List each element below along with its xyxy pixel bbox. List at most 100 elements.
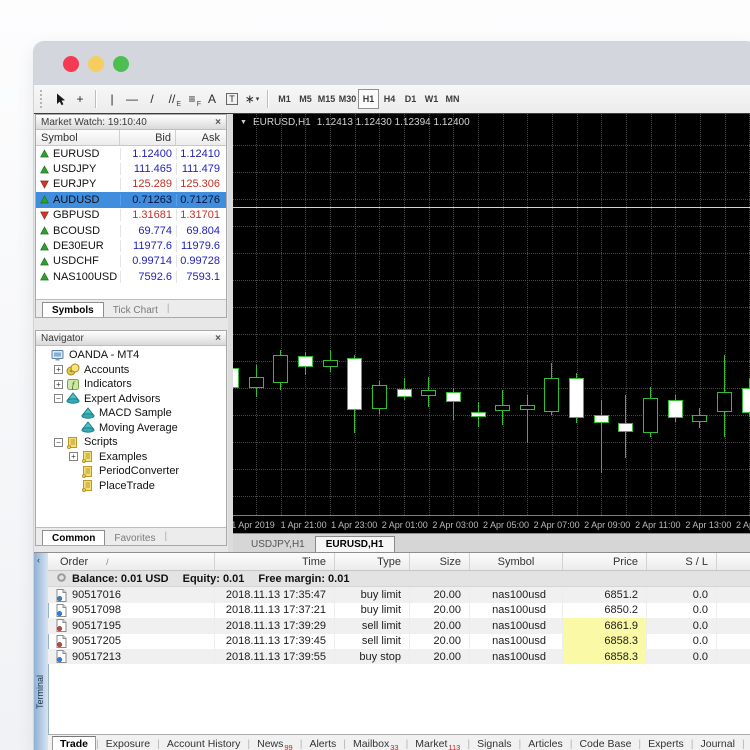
navigator-item-oanda-mt4[interactable]: OANDA - MT4	[36, 348, 226, 363]
bull-candle[interactable]	[372, 385, 387, 409]
bear-candle[interactable]	[471, 412, 486, 417]
horizontal-price-line[interactable]	[233, 207, 750, 208]
terminal-tab-experts[interactable]: Experts	[641, 737, 691, 750]
expand-plus-icon[interactable]: +	[69, 452, 78, 461]
bear-candle[interactable]	[298, 356, 313, 367]
column-ask[interactable]: Ask	[176, 130, 224, 145]
minimize-window-button[interactable]	[88, 56, 104, 72]
cursor-tool[interactable]	[50, 89, 70, 109]
close-icon[interactable]: ×	[215, 117, 221, 128]
navigator-item-examples[interactable]: +Examples	[36, 450, 226, 465]
orders-column-order[interactable]: Order /	[48, 553, 215, 570]
tab-symbols[interactable]: Symbols	[42, 302, 104, 317]
terminal-side-bar[interactable]: ‹ Terminal	[34, 553, 49, 750]
timeframe-button-d1[interactable]: D1	[400, 89, 421, 109]
column-bid[interactable]: Bid	[120, 130, 176, 145]
market-watch-row-audusd[interactable]: AUDUSD0.712630.71276	[36, 192, 226, 207]
orders-column-price[interactable]: Price	[563, 553, 647, 570]
navigator-item-macd-sample[interactable]: MACD Sample	[36, 406, 226, 421]
bear-candle[interactable]	[347, 358, 362, 410]
market-watch-row-nas100usd[interactable]: NAS100USD7592.67593.1	[36, 269, 226, 284]
terminal-tab-exposure[interactable]: Exposure	[99, 737, 157, 750]
order-row-90517213[interactable]: 905172132018.11.13 17:39:55buy stop20.00…	[48, 649, 750, 664]
bull-candle[interactable]	[495, 405, 510, 411]
bull-candle[interactable]	[643, 398, 658, 433]
collapse-minus-icon[interactable]: −	[54, 394, 63, 403]
terminal-tab-journal[interactable]: Journal	[693, 737, 741, 750]
terminal-tab-market[interactable]: Market113	[408, 737, 467, 750]
market-watch-row-gbpusd[interactable]: GBPUSD1.316811.31701	[36, 208, 226, 223]
window-titlebar[interactable]	[34, 42, 750, 85]
bull-candle[interactable]	[692, 415, 707, 422]
timeframe-button-h1[interactable]: H1	[358, 89, 379, 109]
expand-plus-icon[interactable]: +	[54, 380, 63, 389]
market-watch-header[interactable]: Market Watch: 19:10:40 ×	[36, 115, 226, 130]
market-watch-row-usdchf[interactable]: USDCHF0.997140.99728	[36, 254, 226, 269]
terminal-tab-mailbox[interactable]: Mailbox33	[346, 737, 406, 750]
orders-column-type[interactable]: Type	[335, 553, 410, 570]
bull-candle[interactable]	[717, 392, 732, 412]
column-symbol[interactable]: Symbol	[36, 130, 120, 145]
bull-candle[interactable]	[421, 390, 436, 396]
navigator-item-placetrade[interactable]: PlaceTrade	[36, 479, 226, 494]
navigator-item-expert-advisors[interactable]: −Expert Advisors	[36, 392, 226, 407]
tab-tick-chart[interactable]: Tick Chart	[104, 303, 167, 317]
navigator-item-accounts[interactable]: +Accounts	[36, 363, 226, 378]
orders-column-sl[interactable]: S / L	[647, 553, 717, 570]
orders-column-symbol[interactable]: Symbol	[470, 553, 563, 570]
market-watch-row-bcousd[interactable]: BCOUSD69.77469.804	[36, 223, 226, 238]
sort-direction-icon[interactable]: /	[106, 557, 109, 567]
timeframe-button-w1[interactable]: W1	[421, 89, 442, 109]
bear-candle[interactable]	[569, 378, 584, 418]
tab-common[interactable]: Common	[42, 530, 105, 545]
market-watch-row-eurusd[interactable]: EURUSD1.124001.12410	[36, 146, 226, 161]
trendline-tool[interactable]: /	[142, 89, 162, 109]
timeframe-button-h4[interactable]: H4	[379, 89, 400, 109]
close-icon[interactable]: ×	[215, 333, 221, 344]
timeframe-button-m15[interactable]: M15	[316, 89, 337, 109]
chart-tab-usdjpy-h1[interactable]: USDJPY,H1	[241, 537, 315, 552]
bull-candle[interactable]	[273, 355, 288, 383]
bull-candle[interactable]	[544, 378, 559, 412]
navigator-item-indicators[interactable]: +fIndicators	[36, 377, 226, 392]
chart-tab-eurusd-h1[interactable]: EURUSD,H1	[315, 536, 395, 552]
arrows-dropdown[interactable]: ∗▾	[242, 89, 262, 109]
bull-candle[interactable]	[520, 405, 535, 410]
market-watch-column-header[interactable]: Symbol Bid Ask	[36, 130, 226, 146]
terminal-tab-articles[interactable]: Articles	[521, 737, 569, 750]
bull-candle[interactable]	[323, 360, 338, 367]
terminal-tab-trade[interactable]: Trade	[52, 736, 96, 750]
order-row-90517195[interactable]: 905171952018.11.13 17:39:29sell limit20.…	[48, 618, 750, 633]
navigator-item-periodconverter[interactable]: PeriodConverter	[36, 464, 226, 479]
navigator-header[interactable]: Navigator ×	[36, 331, 226, 346]
equidistant-channel-tool[interactable]: //E	[162, 89, 182, 109]
timeframe-button-m5[interactable]: M5	[295, 89, 316, 109]
fibonacci-retracement-tool[interactable]: ≡F	[182, 89, 202, 109]
order-row-90517016[interactable]: 905170162018.11.13 17:35:47buy limit20.0…	[48, 587, 750, 602]
collapse-minus-icon[interactable]: −	[54, 438, 63, 447]
terminal-tab-alerts[interactable]: Alerts	[302, 737, 343, 750]
terminal-tab-code-base[interactable]: Code Base	[572, 737, 638, 750]
bear-candle[interactable]	[594, 415, 609, 423]
horizontal-line-tool[interactable]: —	[122, 89, 142, 109]
close-window-button[interactable]	[63, 56, 79, 72]
bear-candle[interactable]	[742, 388, 750, 413]
tab-favorites[interactable]: Favorites	[105, 531, 164, 545]
vertical-line-tool[interactable]: |	[102, 89, 122, 109]
bear-candle[interactable]	[446, 392, 461, 402]
bull-candle[interactable]	[249, 377, 264, 388]
toolbar-grip[interactable]	[40, 90, 46, 108]
orders-column-size[interactable]: Size	[410, 553, 470, 570]
bear-candle[interactable]	[668, 400, 683, 418]
bear-candle[interactable]	[397, 389, 412, 397]
order-row-90517098[interactable]: 905170982018.11.13 17:37:21buy limit20.0…	[48, 603, 750, 618]
navigator-item-scripts[interactable]: −Scripts	[36, 435, 226, 450]
navigator-item-moving-average[interactable]: Moving Average	[36, 421, 226, 436]
label-tool[interactable]: T	[222, 89, 242, 109]
candlestick-chart[interactable]: ▼ EURUSD,H1 1.12413 1.12430 1.12394 1.12…	[233, 114, 750, 515]
chart-dropdown-icon[interactable]: ▼	[240, 119, 247, 126]
market-watch-row-usdjpy[interactable]: USDJPY111.465111.479	[36, 161, 226, 176]
market-watch-row-eurjpy[interactable]: EURJPY125.289125.306	[36, 177, 226, 192]
order-row-90517205[interactable]: 905172052018.11.13 17:39:45sell limit20.…	[48, 634, 750, 649]
timeframe-button-m1[interactable]: M1	[274, 89, 295, 109]
